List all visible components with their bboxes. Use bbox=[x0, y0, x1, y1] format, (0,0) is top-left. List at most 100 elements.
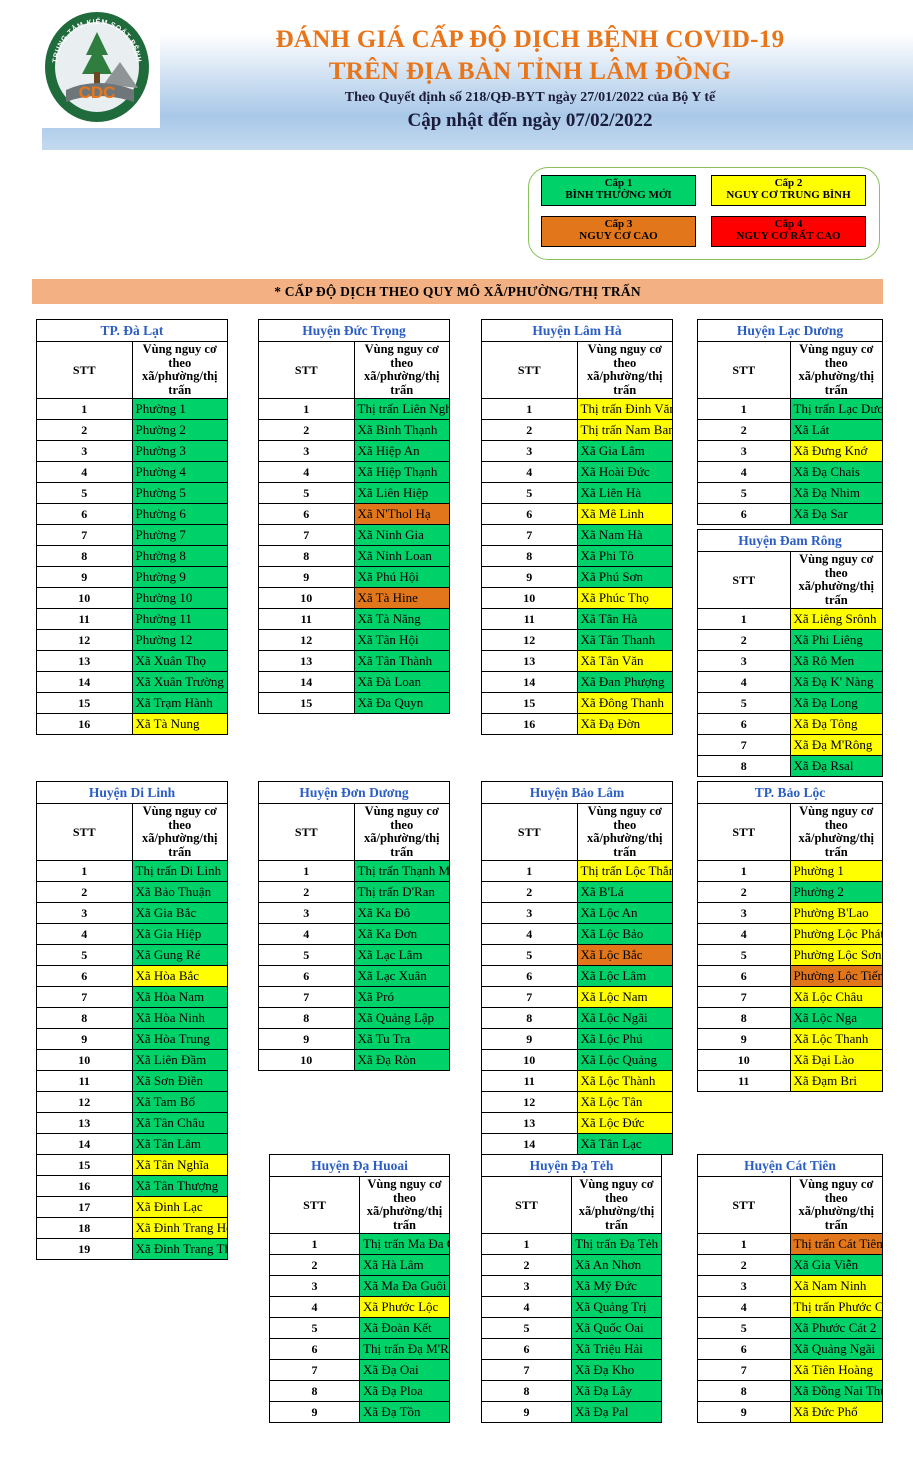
table-row: 16 Xã Tà Nung bbox=[36, 713, 228, 735]
row-index: 10 bbox=[697, 1049, 791, 1071]
commune-name-cell: Xã Trạm Hành bbox=[131, 692, 228, 714]
row-index: 12 bbox=[36, 629, 133, 651]
commune-name-cell: Xã Lộc Lâm bbox=[576, 965, 673, 987]
table-title-row: TP. Bảo Lộc bbox=[697, 781, 883, 804]
table-row: 6 Xã N'Thol Hạ bbox=[258, 503, 450, 525]
commune-name-cell: Xã Ka Đô bbox=[353, 902, 450, 924]
column-header-zone: Vùng nguy cơ theo xã/phường/thị trấn bbox=[576, 803, 673, 861]
legend-level-name: NGUY CƠ RẤT CAO bbox=[736, 229, 841, 242]
commune-name-cell: Thị trấn Đạ M'Ri bbox=[359, 1338, 450, 1360]
row-index: 6 bbox=[697, 503, 791, 525]
commune-name-cell: Xã Đưng Knớ bbox=[789, 440, 883, 462]
page-title-line-2: TRÊN ĐỊA BÀN TỈNH LÂM ĐỒNG bbox=[328, 58, 732, 85]
row-index: 1 bbox=[697, 1233, 791, 1255]
commune-name-cell: Thị trấn D'Ran bbox=[353, 881, 450, 903]
commune-name-cell: Phường Lộc Sơn bbox=[789, 944, 883, 966]
district-table-di-linh: Huyện Di Linh STT Vùng nguy cơ theo xã/phư… bbox=[36, 781, 228, 1260]
row-index: 1 bbox=[36, 860, 133, 882]
legend-level-label: Cấp 4 bbox=[774, 218, 803, 230]
district-table-da-teh: Huyện Đạ Tẻh STT Vùng nguy cơ theo xã/phườ… bbox=[481, 1154, 662, 1423]
commune-name-cell: Xã Rô Men bbox=[789, 650, 883, 672]
table-row: 8 Xã Đạ Rsal bbox=[697, 755, 883, 777]
table-row: 1 Thị trấn Đạ Tẻh bbox=[481, 1233, 662, 1255]
column-header-stt: STT bbox=[697, 341, 791, 399]
table-title-row: Huyện Đơn Dương bbox=[258, 781, 450, 804]
row-index: 6 bbox=[36, 965, 133, 987]
commune-name-cell: Thị trấn Lộc Thắng bbox=[576, 860, 673, 882]
commune-name-cell: Xã Tân Lâm bbox=[131, 1133, 228, 1155]
commune-name-cell: Xã Đa Quyn bbox=[353, 692, 450, 714]
row-index: 17 bbox=[36, 1196, 133, 1218]
table-row: 18Xã Đinh Trang Hòa bbox=[36, 1217, 228, 1239]
row-index: 8 bbox=[36, 545, 133, 567]
table-row: 13 Xã Lộc Đức bbox=[481, 1112, 673, 1134]
table-row: 5 Xã Liên Hiệp bbox=[258, 482, 450, 504]
row-index: 5 bbox=[258, 944, 355, 966]
row-index: 2 bbox=[481, 419, 578, 441]
row-index: 5 bbox=[36, 482, 133, 504]
district-table-da-huoai: Huyện Đạ Huoai STT Vùng nguy cơ theo xã/ph… bbox=[269, 1154, 450, 1423]
column-header-zone: Vùng nguy cơ theo xã/phường/thị trấn bbox=[789, 803, 883, 861]
district-title: Huyện Lâm Hà bbox=[481, 319, 673, 342]
row-index: 10 bbox=[36, 587, 133, 609]
table-row: 13 Xã Xuân Thọ bbox=[36, 650, 228, 672]
table-row: 13 Xã Tân Thành bbox=[258, 650, 450, 672]
table-row: 5 Xã Đạ Long bbox=[697, 692, 883, 714]
table-row: 6 Phường Lộc Tiến bbox=[697, 965, 883, 987]
legend-level-label: Cấp 3 bbox=[604, 218, 633, 230]
row-index: 4 bbox=[269, 1296, 360, 1318]
table-row: 11 Xã Lộc Thành bbox=[481, 1070, 673, 1092]
column-header-zone: Vùng nguy cơ theo xã/phường/thị trấn bbox=[359, 1176, 450, 1234]
commune-name-cell: Xã Bình Thạnh bbox=[353, 419, 450, 441]
row-index: 7 bbox=[36, 986, 133, 1008]
row-index: 2 bbox=[36, 881, 133, 903]
commune-name-cell: Xã Đạ Oai bbox=[359, 1359, 450, 1381]
row-index: 10 bbox=[36, 1049, 133, 1071]
table-row: 6 Thị trấn Đạ M'Ri bbox=[269, 1338, 450, 1360]
table-row: 6 Xã Hòa Bắc bbox=[36, 965, 228, 987]
column-header-stt: STT bbox=[258, 341, 355, 399]
table-row: 6 Xã Lộc Lâm bbox=[481, 965, 673, 987]
commune-name-cell: Xã Đạ Chais bbox=[789, 461, 883, 483]
commune-name-cell: Xã Đinh Trang Thượng bbox=[131, 1238, 228, 1260]
table-row: 5 Xã Lộc Bắc bbox=[481, 944, 673, 966]
row-index: 7 bbox=[481, 986, 578, 1008]
table-header-row: STT Vùng nguy cơ theo xã/phường/thị trấn bbox=[697, 803, 883, 861]
row-index: 6 bbox=[258, 503, 355, 525]
column-header-stt: STT bbox=[36, 803, 133, 861]
table-row: 19Xã Đinh Trang Thượng bbox=[36, 1238, 228, 1260]
row-index: 5 bbox=[697, 482, 791, 504]
row-index: 2 bbox=[258, 881, 355, 903]
table-row: 4 Xã Đạ Chais bbox=[697, 461, 883, 483]
district-title: Huyện Cát Tiên bbox=[697, 1154, 883, 1177]
table-row: 12 Xã Tam Bố bbox=[36, 1091, 228, 1113]
row-index: 14 bbox=[258, 671, 355, 693]
table-row: 1 Thị trấn Lộc Thắng bbox=[481, 860, 673, 882]
row-index: 7 bbox=[697, 986, 791, 1008]
commune-name-cell: Xã Quảng Ngãi bbox=[789, 1338, 883, 1360]
commune-name-cell: Xã Tà Nung bbox=[131, 713, 228, 735]
commune-name-cell: Xã Phú Hội bbox=[353, 566, 450, 588]
commune-name-cell: Xã N'Thol Hạ bbox=[353, 503, 450, 525]
row-index: 15 bbox=[258, 692, 355, 714]
row-index: 3 bbox=[697, 902, 791, 924]
column-header-stt: STT bbox=[481, 1176, 572, 1234]
row-index: 16 bbox=[481, 713, 578, 735]
row-index: 1 bbox=[697, 608, 791, 630]
row-index: 14 bbox=[481, 1133, 578, 1155]
row-index: 14 bbox=[481, 671, 578, 693]
row-index: 7 bbox=[258, 986, 355, 1008]
table-row: 14 Xã Đà Loan bbox=[258, 671, 450, 693]
table-row: 14 Xã Xuân Trường bbox=[36, 671, 228, 693]
table-row: 3 Phường 3 bbox=[36, 440, 228, 462]
table-row: 1 Thị trấn Thạnh Mỹ bbox=[258, 860, 450, 882]
commune-name-cell: Xã Tân Thanh bbox=[576, 629, 673, 651]
commune-name-cell: Xã Phi Tô bbox=[576, 545, 673, 567]
commune-name-cell: Xã Đinh Trang Hòa bbox=[131, 1217, 228, 1239]
row-index: 5 bbox=[258, 482, 355, 504]
row-index: 1 bbox=[697, 860, 791, 882]
row-index: 7 bbox=[36, 524, 133, 546]
commune-name-cell: Xã Đạm Bri bbox=[789, 1070, 883, 1092]
commune-name-cell: Xã Tiên Hoàng bbox=[789, 1359, 883, 1381]
row-index: 10 bbox=[481, 1049, 578, 1071]
